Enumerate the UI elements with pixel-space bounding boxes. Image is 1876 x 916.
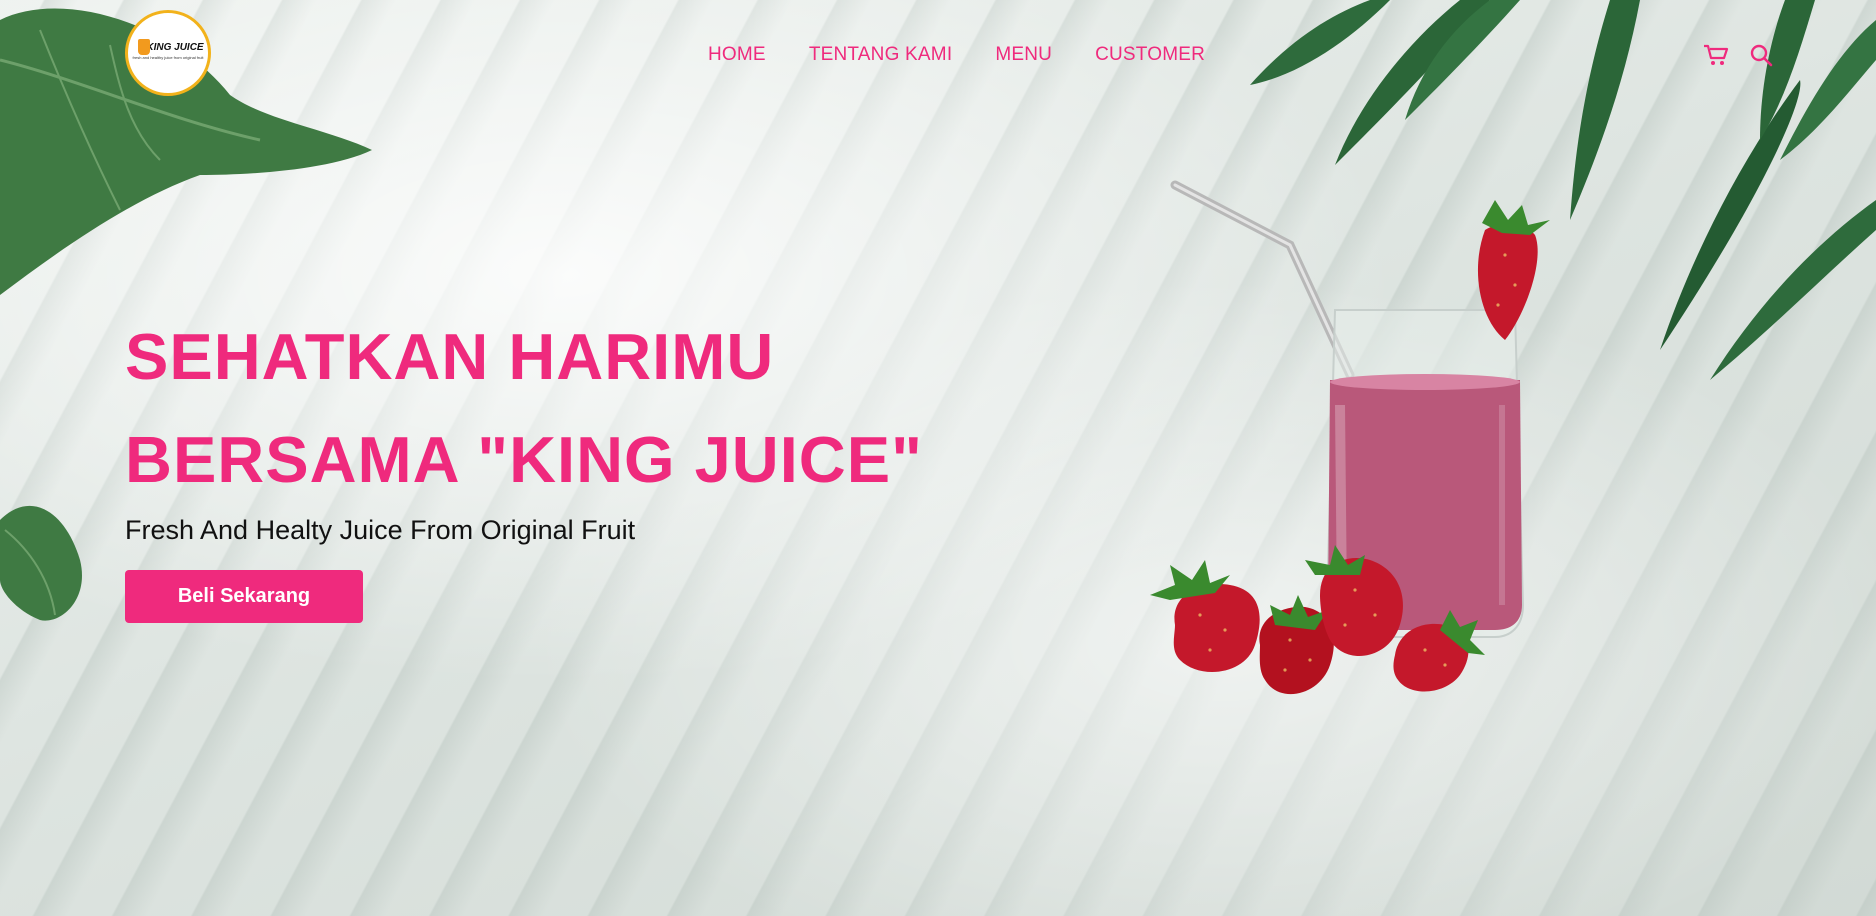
- nav-menu-link[interactable]: MENU: [995, 44, 1052, 66]
- header-icons: [1703, 43, 1773, 67]
- brand-tagline: fresh and healthy juice from original fr…: [132, 55, 204, 60]
- hero-subtitle: Fresh And Healty Juice From Original Fru…: [125, 515, 636, 545]
- cart-icon[interactable]: [1703, 43, 1729, 67]
- brand-logo[interactable]: KING JUICE fresh and healthy juice from …: [125, 10, 211, 96]
- main-navigation: HOME TENTANG KAMI MENU CUSTOMER: [708, 44, 1205, 66]
- brand-name: KING JUICE: [146, 42, 204, 53]
- buy-now-button[interactable]: Beli Sekarang: [125, 570, 363, 623]
- nav-customer-link[interactable]: CUSTOMER: [1095, 44, 1205, 66]
- hero-title-line-1: SEHATKAN HARIMU: [125, 320, 775, 393]
- hero-title: SEHATKAN HARIMU BERSAMA "KING JUICE": [125, 305, 923, 511]
- hero-title-line-2: BERSAMA "KING JUICE": [125, 423, 923, 496]
- strawberry-smoothie-image: [1150, 180, 1550, 695]
- search-icon[interactable]: [1749, 43, 1773, 67]
- nav-home-link[interactable]: HOME: [708, 44, 766, 66]
- nav-tentang-kami-link[interactable]: TENTANG KAMI: [809, 44, 953, 66]
- leaf-mid-left-decoration: [0, 505, 82, 621]
- juice-cup-icon: [138, 39, 150, 55]
